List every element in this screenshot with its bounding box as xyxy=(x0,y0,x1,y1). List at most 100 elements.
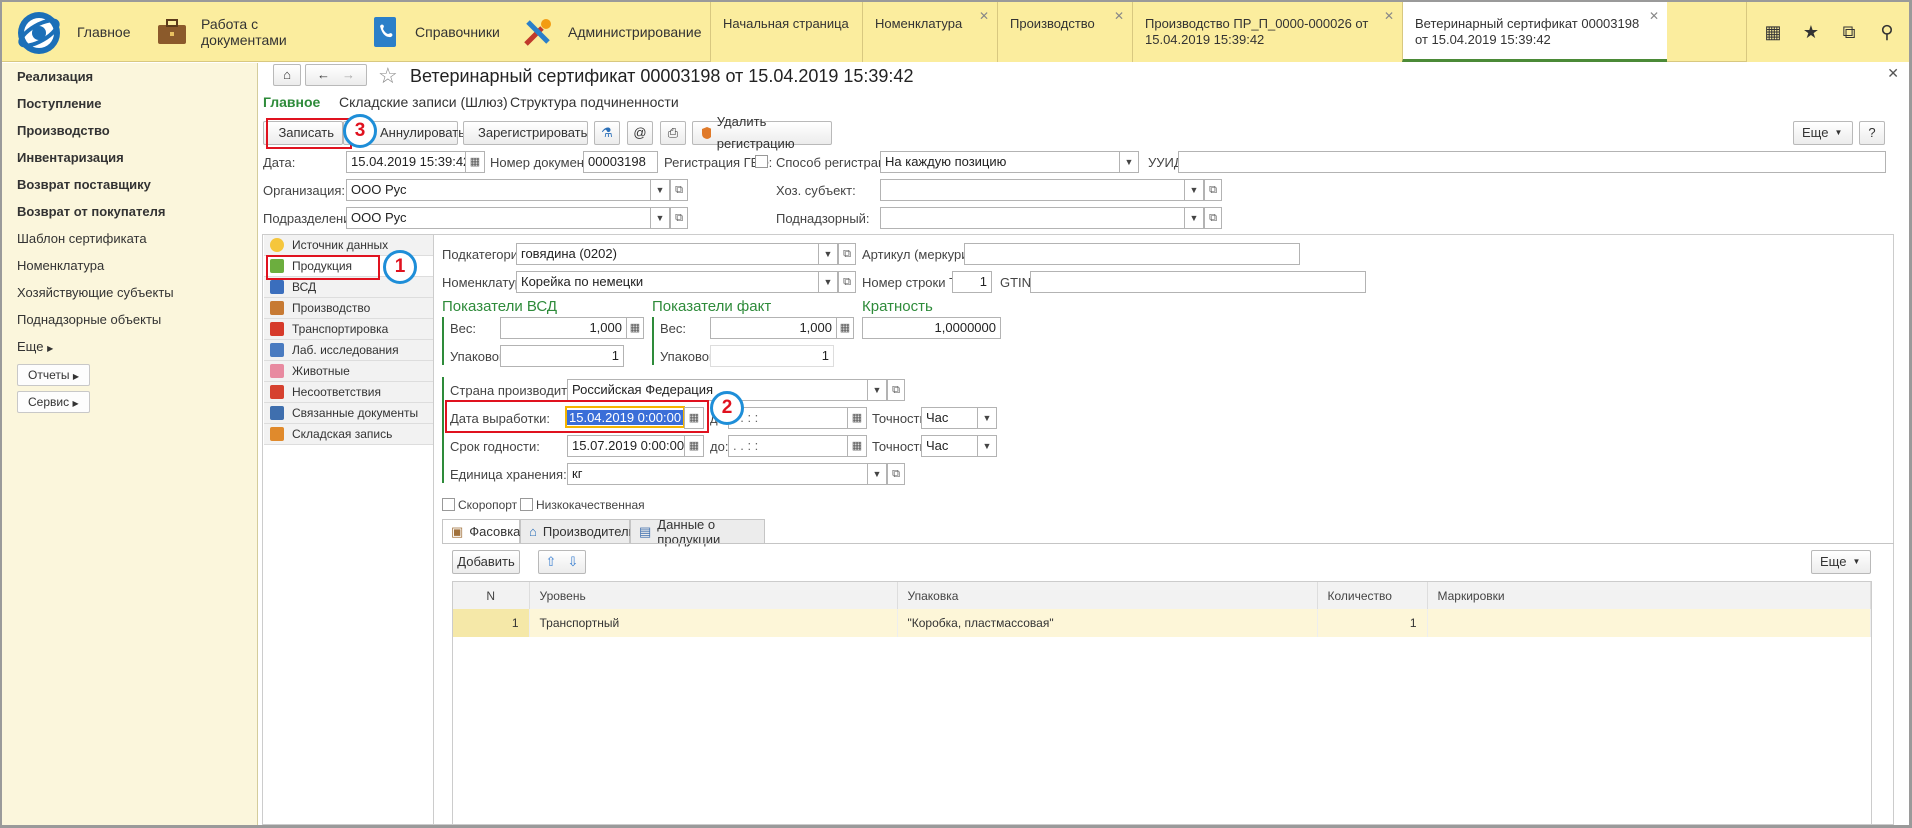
chevron-down-icon[interactable]: ▼ xyxy=(1184,207,1204,229)
open-icon[interactable]: ⧉ xyxy=(838,271,856,293)
nav-item-inventory[interactable]: Инвентаризация xyxy=(17,150,124,165)
chevron-down-icon[interactable]: ▼ xyxy=(867,463,887,485)
col-header-quantity[interactable]: Количество xyxy=(1317,582,1428,609)
history-icon[interactable]: ⧉ xyxy=(1837,22,1861,43)
prod-date-to-input[interactable]: . . : : xyxy=(728,407,848,429)
search-icon[interactable]: ⚲ xyxy=(1875,22,1899,43)
chevron-down-icon[interactable]: ▼ xyxy=(977,435,997,457)
tab-home[interactable]: Начальная страница xyxy=(710,2,862,62)
table-more-button[interactable]: Еще ▼ xyxy=(1811,550,1871,574)
col-header-markings[interactable]: Маркировки xyxy=(1427,582,1871,609)
col-header-package[interactable]: Упаковка xyxy=(897,582,1318,609)
menu-item-warehouse-record[interactable]: Складская запись xyxy=(264,424,433,445)
home-button[interactable]: ⌂ xyxy=(273,64,301,86)
open-icon[interactable]: ⧉ xyxy=(887,379,905,401)
open-icon[interactable]: ⧉ xyxy=(1204,207,1222,229)
fact-weight-input[interactable]: 1,000 xyxy=(710,317,837,339)
menu-item-linked-docs[interactable]: Связанные документы xyxy=(264,403,433,424)
open-icon[interactable]: ⧉ xyxy=(1204,179,1222,201)
tab-packaging[interactable]: ▣ Фасовка xyxy=(442,519,520,543)
open-icon[interactable]: ⧉ xyxy=(838,243,856,265)
nav-item-business-entities[interactable]: Хозяйствующие субъекты xyxy=(17,285,174,300)
register-button[interactable]: Зарегистрировать xyxy=(463,121,588,145)
close-form-icon[interactable]: ✕ xyxy=(1887,65,1899,82)
back-icon[interactable]: ← xyxy=(317,64,330,86)
gvz-checkbox[interactable] xyxy=(755,155,768,168)
fact-packs-input[interactable]: 1 xyxy=(710,345,834,367)
forward-icon[interactable]: → xyxy=(342,64,355,86)
tab-producers[interactable]: ⌂ Производители xyxy=(520,519,636,543)
chevron-down-icon[interactable]: ▼ xyxy=(1119,151,1139,173)
form-nav-warehouse[interactable]: Складские записи (Шлюз) xyxy=(339,94,508,110)
lowquality-checkbox[interactable] xyxy=(520,498,533,511)
print-button[interactable]: ⎙ xyxy=(660,121,686,145)
chevron-down-icon[interactable]: ▼ xyxy=(1184,179,1204,201)
dept-select[interactable]: ООО Рус xyxy=(346,207,651,229)
tab-production[interactable]: Производство ✕ xyxy=(997,2,1132,62)
nav-item-return-supplier[interactable]: Возврат поставщику xyxy=(17,177,151,192)
chevron-down-icon[interactable]: ▼ xyxy=(650,179,670,201)
tab-production-doc[interactable]: Производство ПР_П_0000-000026 от 15.04.20… xyxy=(1132,2,1402,62)
docnum-input[interactable]: 00003198 xyxy=(583,151,658,173)
vsd-packs-input[interactable]: 1 xyxy=(500,345,624,367)
subject-select[interactable] xyxy=(880,179,1185,201)
date-input[interactable]: 15.04.2019 15:39:42 xyxy=(346,151,466,173)
gtin-input[interactable] xyxy=(1030,271,1366,293)
rownum-input[interactable]: 1 xyxy=(952,271,992,293)
col-header-level[interactable]: Уровень xyxy=(529,582,898,609)
more-button[interactable]: Еще ▼ xyxy=(1793,121,1853,145)
grid-icon[interactable]: ▦ xyxy=(1761,22,1785,43)
delete-registration-button[interactable]: Удалить регистрацию xyxy=(692,114,832,151)
table-row[interactable]: 1 Транспортный "Коробка, пластмассовая" … xyxy=(453,609,1871,637)
microscope-button[interactable]: ⚗ xyxy=(594,121,620,145)
calendar-icon[interactable]: ▦ xyxy=(847,435,867,457)
tab-product-data[interactable]: ▤ Данные о продукции xyxy=(630,517,765,547)
supervised-select[interactable] xyxy=(880,207,1185,229)
unit-select[interactable]: кг xyxy=(567,463,868,485)
reports-button[interactable]: Отчеты ▶ xyxy=(17,364,90,386)
calendar-icon[interactable]: ▦ xyxy=(847,407,867,429)
section-admin[interactable]: Администрирование xyxy=(522,2,712,62)
form-nav-structure[interactable]: Структура подчиненности xyxy=(510,94,679,110)
calendar-icon[interactable]: ▦ xyxy=(684,435,704,457)
service-button[interactable]: Сервис ▶ xyxy=(17,391,90,413)
nav-item-cert-template[interactable]: Шаблон сертификата xyxy=(17,231,147,246)
close-icon[interactable]: ✕ xyxy=(1384,8,1394,24)
accuracy-select[interactable]: Час xyxy=(921,407,978,429)
chevron-down-icon[interactable]: ▼ xyxy=(818,243,838,265)
favorite-star-icon[interactable]: ☆ xyxy=(378,63,398,89)
section-main[interactable]: Главное xyxy=(77,2,142,62)
perishable-checkbox[interactable] xyxy=(442,498,455,511)
section-references[interactable]: Справочники xyxy=(369,2,519,62)
menu-item-lab[interactable]: Лаб. исследования xyxy=(264,340,433,361)
vsd-weight-input[interactable]: 1,000 xyxy=(500,317,627,339)
nav-item-receipt[interactable]: Поступление xyxy=(17,96,102,111)
close-icon[interactable]: ✕ xyxy=(1649,8,1659,24)
expiry-to-input[interactable]: . . : : xyxy=(728,435,848,457)
add-button[interactable]: Добавить xyxy=(452,550,520,574)
open-icon[interactable]: ⧉ xyxy=(887,463,905,485)
org-select[interactable]: ООО Рус xyxy=(346,179,651,201)
email-button[interactable]: @ xyxy=(627,121,653,145)
nav-item-more[interactable]: Еще ▶ xyxy=(17,339,53,354)
tab-vet-certificate[interactable]: Ветеринарный сертификат 00003198 от 15.04… xyxy=(1402,2,1667,62)
menu-item-animals[interactable]: Животные xyxy=(264,361,433,382)
article-input[interactable] xyxy=(964,243,1300,265)
close-icon[interactable]: ✕ xyxy=(1114,8,1124,24)
chevron-down-icon[interactable]: ▼ xyxy=(977,407,997,429)
arrow-down-icon[interactable]: ⇩ xyxy=(568,551,579,573)
form-nav-main[interactable]: Главное xyxy=(263,94,320,110)
tab-nomenclature[interactable]: Номенклатура ✕ xyxy=(862,2,997,62)
logo-icon[interactable] xyxy=(16,10,62,56)
col-header-n[interactable]: N xyxy=(453,582,530,609)
menu-item-transport[interactable]: Транспортировка xyxy=(264,319,433,340)
close-icon[interactable]: ✕ xyxy=(979,8,989,24)
calculator-icon[interactable]: ▦ xyxy=(836,317,854,339)
expiry-input[interactable]: 15.07.2019 0:00:00 xyxy=(567,435,685,457)
accuracy-select[interactable]: Час xyxy=(921,435,978,457)
menu-item-production[interactable]: Производство xyxy=(264,298,433,319)
nav-item-sales[interactable]: Реализация xyxy=(17,69,93,84)
arrow-up-icon[interactable]: ⇧ xyxy=(546,551,557,573)
nav-item-nomenclature[interactable]: Номенклатура xyxy=(17,258,104,273)
chevron-down-icon[interactable]: ▼ xyxy=(650,207,670,229)
